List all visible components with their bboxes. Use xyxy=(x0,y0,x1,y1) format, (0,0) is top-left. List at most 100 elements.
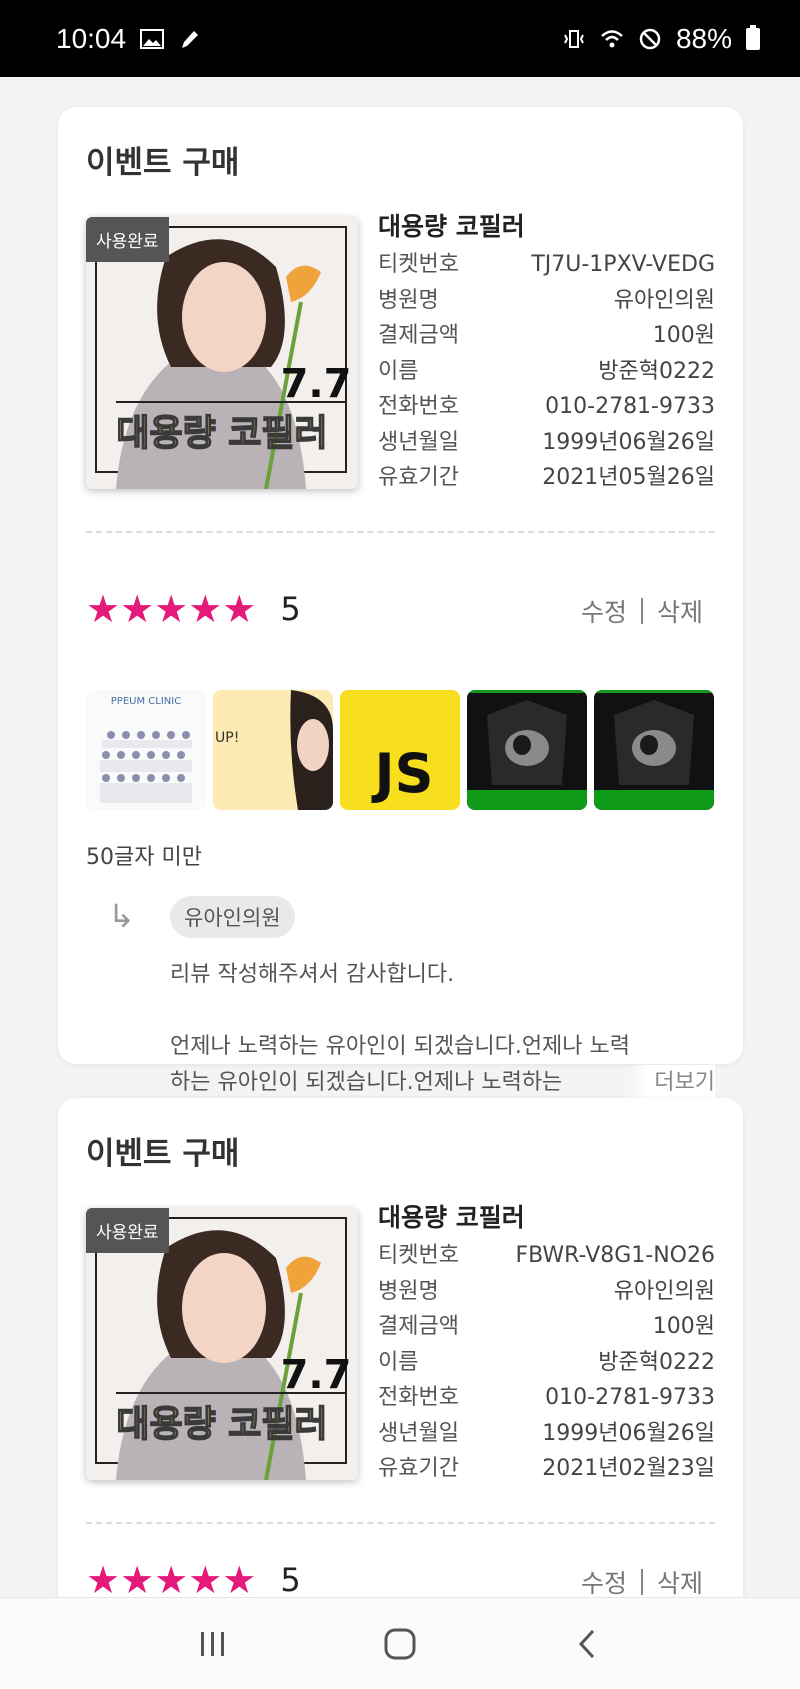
info-label: 유효기간 xyxy=(378,1456,459,1481)
edit-review-button[interactable]: 수정 xyxy=(581,1564,627,1597)
purchase-card: 이벤트 구매 7.7 대용량 코필러 사용완료 대용량 코필러 티켓번호 FBWR… xyxy=(58,1098,743,1597)
reply-arrow-icon: ↳ xyxy=(108,897,135,935)
info-value: FBWR-V8G1-NO26 xyxy=(515,1243,715,1268)
info-label: 전화번호 xyxy=(378,1385,459,1410)
info-value: 2021년05월26일 xyxy=(542,465,715,490)
poster-number: 7.7 xyxy=(281,1352,352,1398)
wifi-icon xyxy=(601,29,623,47)
info-value: 010-2781-9733 xyxy=(545,394,715,419)
recent-apps-button[interactable] xyxy=(183,1614,243,1674)
info-label: 생년월일 xyxy=(378,1420,459,1446)
info-row-birth: 생년월일 1999년06월26일 xyxy=(378,425,715,461)
edit-icon xyxy=(182,30,199,48)
info-value: 방준혁0222 xyxy=(598,358,715,384)
battery-icon xyxy=(746,24,760,50)
review-photos: PPEUM CLINIC UP! JS xyxy=(86,690,714,810)
back-icon xyxy=(578,1629,594,1658)
dashed-divider xyxy=(86,1522,715,1524)
info-row-phone: 전화번호 010-2781-9733 xyxy=(378,1380,715,1416)
reply-body: 리뷰 작성해주셔서 감사합니다. 언제나 노력하는 유아인이 되겠습니다.언제나… xyxy=(170,957,715,1101)
info-row-ticket: 티켓번호 TJ7U-1PXV-VEDG xyxy=(378,247,715,283)
delete-review-button[interactable]: 삭제 xyxy=(657,1564,703,1597)
rating-score: 5 xyxy=(280,1561,301,1597)
info-row-name: 이름 방준혁0222 xyxy=(378,354,715,390)
home-icon xyxy=(384,1628,416,1659)
info-label: 병원명 xyxy=(378,1278,439,1304)
action-separator xyxy=(640,598,643,624)
info-label: 유효기간 xyxy=(378,465,459,490)
gallery-icon xyxy=(140,28,165,49)
info-value: 100원 xyxy=(652,323,715,348)
product-thumbnail[interactable]: 7.7 대용량 코필러 사용완료 xyxy=(86,1208,358,1480)
read-more-button[interactable]: 더보기 xyxy=(628,1065,715,1101)
product-name: 대용량 코필러 xyxy=(378,1203,525,1232)
info-label: 티켓번호 xyxy=(378,1243,459,1268)
info-row-amount: 결제금액 100원 xyxy=(378,1309,715,1345)
review-photo-ultrasound-2[interactable] xyxy=(594,690,714,810)
info-row-birth: 생년월일 1999년06월26일 xyxy=(378,1416,715,1452)
info-row-amount: 결제금액 100원 xyxy=(378,318,715,354)
clinic-photo-label: PPEUM CLINIC xyxy=(111,696,181,707)
product-thumbnail[interactable]: 7.7 대용량 코필러 사용완료 xyxy=(86,217,358,489)
review-rating: ★★★★★ 5 xyxy=(86,589,301,629)
info-label: 결제금액 xyxy=(378,323,459,348)
reply-line: 하는 유아인이 되겠습니다.언제나 노력하는 xyxy=(170,1070,563,1095)
info-value: TJ7U-1PXV-VEDG xyxy=(531,252,715,277)
review-photo-js[interactable]: JS xyxy=(340,690,460,810)
ticket-info: 대용량 코필러 티켓번호 TJ7U-1PXV-VEDG 병원명 유아인의원 결제금액… xyxy=(378,207,715,496)
info-label: 전화번호 xyxy=(378,394,459,419)
action-separator xyxy=(640,1569,643,1595)
js-logo-text: JS xyxy=(371,742,434,805)
info-value: 방준혁0222 xyxy=(598,1349,715,1375)
reply-line: 리뷰 작성해주셔서 감사합니다. xyxy=(170,962,455,987)
status-bar: 10:04 88% xyxy=(0,0,800,77)
review-photo-model[interactable]: UP! xyxy=(213,690,333,810)
info-value: 유아인의원 xyxy=(613,287,715,313)
info-label: 결제금액 xyxy=(378,1314,459,1339)
info-value: 2021년02월23일 xyxy=(542,1456,715,1481)
info-row-hospital: 병원명 유아인의원 xyxy=(378,283,715,319)
product-name: 대용량 코필러 xyxy=(378,212,525,241)
purchase-list[interactable]: 이벤트 구매 7.7 대용량 코필러 사용완료 대용량 코필러 티켓번호 TJ7U… xyxy=(0,77,800,1597)
review-text: 50글자 미만 xyxy=(86,845,202,870)
card-title: 이벤트 구매 xyxy=(86,1136,240,1172)
review-rating: ★★★★★ 5 xyxy=(86,1560,301,1597)
info-value: 100원 xyxy=(652,1314,715,1339)
review-photo-ultrasound-1[interactable] xyxy=(467,690,587,810)
info-row-name: 이름 방준혁0222 xyxy=(378,1345,715,1381)
star-rating-icon: ★★★★★ xyxy=(86,587,257,631)
card-title: 이벤트 구매 xyxy=(86,145,240,181)
info-row-phone: 전화번호 010-2781-9733 xyxy=(378,389,715,425)
used-badge: 사용완료 xyxy=(86,217,169,262)
info-value: 1999년06월26일 xyxy=(542,429,715,455)
battery-percent: 88% xyxy=(675,22,732,54)
edit-review-button[interactable]: 수정 xyxy=(581,593,627,629)
info-label: 이름 xyxy=(378,358,419,384)
poster-title: 대용량 코필러 xyxy=(116,413,327,454)
delete-review-button[interactable]: 삭제 xyxy=(657,593,703,629)
used-badge: 사용완료 xyxy=(86,1208,169,1253)
info-label: 이름 xyxy=(378,1349,419,1375)
reply-line: 언제나 노력하는 유아인이 되겠습니다.언제나 노력 xyxy=(170,1034,631,1059)
info-row-validity: 유효기간 2021년02월23일 xyxy=(378,1451,715,1487)
up-photo-label: UP! xyxy=(215,730,239,746)
back-button[interactable] xyxy=(557,1614,617,1674)
review-photo-clinic[interactable]: PPEUM CLINIC xyxy=(86,690,206,810)
star-rating-icon: ★★★★★ xyxy=(86,1558,257,1597)
review-actions: 수정 삭제 xyxy=(581,1564,703,1597)
status-time: 10:04 xyxy=(56,22,127,54)
system-nav-bar xyxy=(0,1597,800,1689)
info-label: 티켓번호 xyxy=(378,252,459,277)
info-value: 010-2781-9733 xyxy=(545,1385,715,1410)
rating-score: 5 xyxy=(280,590,301,628)
purchase-card: 이벤트 구매 7.7 대용량 코필러 사용완료 대용량 코필러 티켓번호 TJ7U… xyxy=(58,107,743,1101)
home-button[interactable] xyxy=(370,1614,430,1674)
dashed-divider xyxy=(86,531,715,533)
reply-author-badge: 유아인의원 xyxy=(170,896,295,938)
info-value: 유아인의원 xyxy=(613,1278,715,1304)
info-row-validity: 유효기간 2021년05월26일 xyxy=(378,460,715,496)
ticket-info: 대용량 코필러 티켓번호 FBWR-V8G1-NO26 병원명 유아인의원 결제금액… xyxy=(378,1198,715,1487)
info-label: 생년월일 xyxy=(378,429,459,455)
poster-title: 대용량 코필러 xyxy=(116,1404,327,1445)
info-row-hospital: 병원명 유아인의원 xyxy=(378,1274,715,1310)
